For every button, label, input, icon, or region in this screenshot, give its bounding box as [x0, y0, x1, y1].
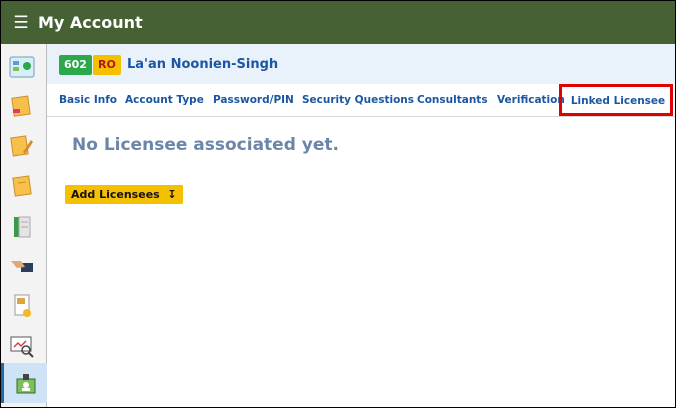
highlight-box — [559, 84, 673, 116]
notes-icon[interactable] — [6, 170, 38, 202]
handshake-icon[interactable] — [6, 250, 38, 282]
empty-state-message: No Licensee associated yet. — [72, 135, 339, 155]
search-report-icon[interactable] — [6, 330, 38, 362]
tab-security-questions[interactable]: Security Questions — [302, 84, 414, 116]
notebook-icon[interactable] — [6, 90, 38, 122]
tab-password-pin[interactable]: Password/PIN — [213, 84, 294, 116]
book-icon[interactable] — [6, 211, 38, 243]
document-icon[interactable] — [6, 290, 38, 322]
dashboard-icon[interactable] — [6, 51, 38, 83]
sidebar — [1, 44, 47, 407]
tab-consultants[interactable]: Consultants — [417, 84, 488, 116]
title-bar: ☰ My Account — [1, 1, 675, 44]
tab-verification[interactable]: Verification — [497, 84, 565, 116]
menu-icon[interactable]: ☰ — [9, 13, 33, 33]
account-card-icon[interactable] — [1, 363, 47, 403]
username-link[interactable]: La'an Noonien-Singh — [127, 55, 278, 75]
download-arrow-icon: ↧ — [163, 188, 177, 201]
add-licensees-label: Add Licensees — [71, 188, 160, 201]
add-licensees-button[interactable]: Add Licensees ↧ — [65, 185, 183, 204]
edit-notebook-icon[interactable] — [6, 130, 38, 162]
window: ☰ My Account 602 RO La'an Noonien-Singh … — [0, 0, 676, 408]
main-content: 602 RO La'an Noonien-Singh Basic Info Ac… — [47, 44, 675, 407]
tab-basic-info[interactable]: Basic Info — [59, 84, 117, 116]
page-title: My Account — [38, 13, 143, 32]
account-header: 602 RO La'an Noonien-Singh — [47, 44, 675, 84]
role-badge: RO — [93, 55, 121, 75]
tab-account-type[interactable]: Account Type — [125, 84, 204, 116]
account-number-badge: 602 — [59, 55, 92, 75]
